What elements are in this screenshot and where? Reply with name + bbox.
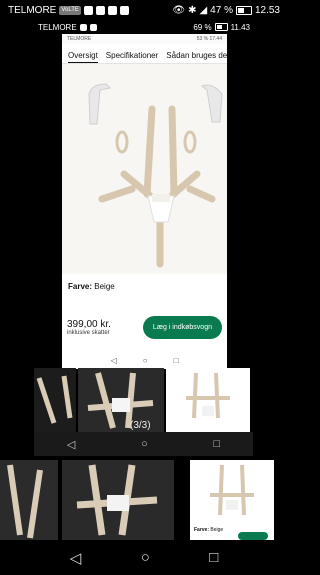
add-to-cart-button[interactable]: Læg i indkøbsvogn	[142, 316, 222, 339]
image-counter: (3/4)	[133, 339, 152, 349]
youtube-icon	[107, 5, 117, 15]
home-icon[interactable]: ○	[141, 438, 148, 450]
battery-percent: 47 %	[210, 4, 233, 16]
thumbnail-2[interactable]	[78, 368, 164, 432]
mini-cart-button	[238, 532, 268, 540]
thumbnail-3[interactable]	[166, 368, 250, 432]
app-icon	[95, 5, 105, 15]
back-icon[interactable]: ◁	[111, 356, 117, 365]
inner-nav-bar: ◁ ○ □	[62, 351, 227, 369]
price: 399,00 kr. inklusive skatter	[67, 319, 111, 336]
battery-icon	[235, 5, 252, 15]
thumbnail-1[interactable]	[34, 368, 76, 432]
home-icon[interactable]: ○	[141, 549, 150, 566]
gallery-image-1[interactable]	[0, 460, 58, 540]
harness-image	[88, 83, 223, 268]
eye-icon: 👁	[172, 4, 186, 16]
tab-oversigt[interactable]: Oversigt	[68, 51, 98, 63]
product-screenshot: TELMORE 53 % 17.44 Oversigt Specifikatio…	[62, 34, 227, 369]
carrier-label: TELMORE	[8, 4, 57, 16]
back-icon[interactable]: ◁	[67, 438, 75, 451]
recents-icon[interactable]: □	[209, 549, 218, 566]
price-row: 399,00 kr. inklusive skatter Læg i indkø…	[62, 316, 227, 339]
volte-badge: VoLTE	[59, 5, 81, 15]
image-counter-secondary: (3/3)	[130, 420, 151, 431]
bluetooth-icon: ✱	[188, 4, 197, 16]
gallery-image-2[interactable]	[62, 460, 174, 540]
color-attribute: Farve: Beige	[68, 282, 115, 291]
product-image[interactable]	[62, 64, 227, 274]
clock: 12.53	[254, 4, 280, 16]
back-icon[interactable]: ◁	[70, 549, 82, 567]
mini-status-bar: TELMORE 53 % 17.44	[62, 34, 227, 44]
inner-status-bar: TELMORE 69 % 11.43	[30, 20, 258, 34]
wifi-icon: ◢	[199, 4, 208, 16]
system-nav-bar: ◁ ○ □	[0, 540, 288, 575]
gallery-image-3[interactable]: Farve: Beige	[190, 460, 274, 540]
app-icon	[79, 23, 87, 31]
messenger-icon	[83, 5, 93, 15]
youtube-icon	[119, 5, 129, 15]
tab-saadan-bruges-den[interactable]: Sådan bruges den	[166, 51, 227, 63]
home-icon[interactable]: ○	[143, 356, 148, 365]
recents-icon[interactable]: □	[213, 438, 220, 450]
recents-icon[interactable]: □	[174, 356, 179, 365]
battery-percent: 69 %	[193, 22, 212, 32]
tab-specifikationer[interactable]: Specifikationer	[106, 51, 158, 63]
clock: 11.43	[230, 22, 250, 32]
tab-bar: Oversigt Specifikationer Sådan bruges de…	[62, 44, 227, 64]
battery-icon	[214, 23, 228, 31]
app-icon	[89, 23, 97, 31]
carrier-label: TELMORE	[38, 22, 77, 32]
thumbnail-nav-bar: ◁ ○ □	[34, 432, 253, 456]
status-bar: TELMORE VoLTE 👁 ✱ ◢ 47 % 12.53	[0, 0, 288, 20]
